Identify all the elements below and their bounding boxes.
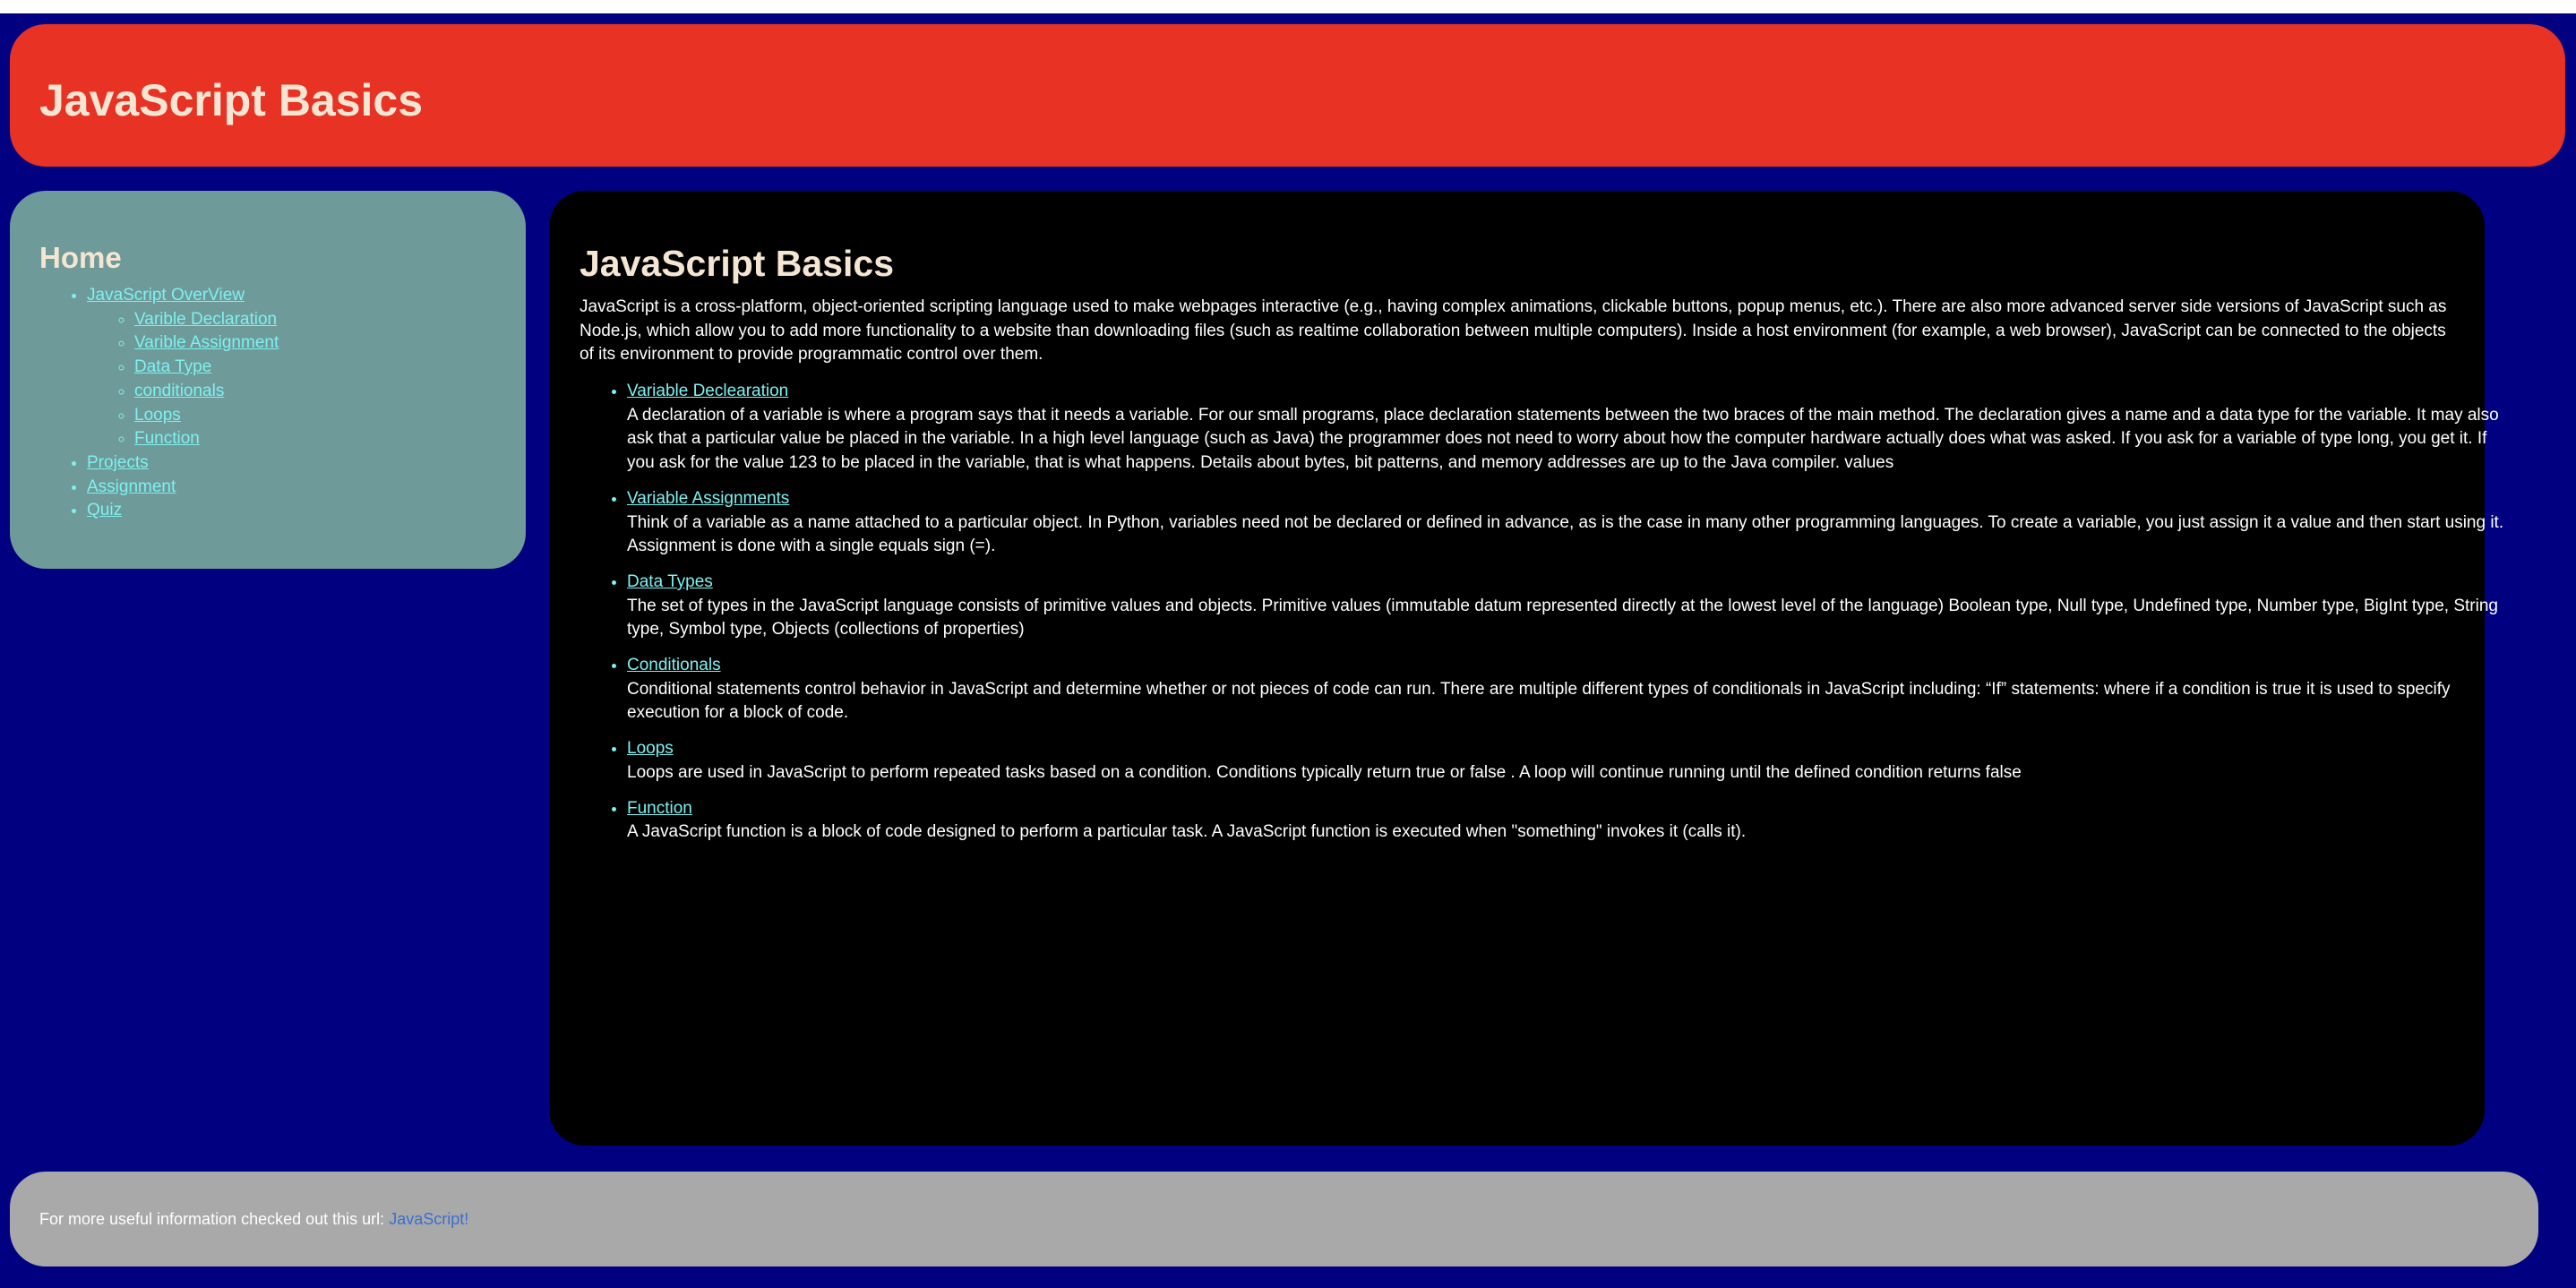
footer-text: For more useful information checked out … bbox=[39, 1210, 390, 1228]
topic-link-variable-declaration[interactable]: Variable Declearation bbox=[627, 382, 788, 400]
sidebar-link-assignment[interactable]: Assignment bbox=[87, 477, 176, 496]
topic-item-conditionals: Conditionals Conditional statements cont… bbox=[627, 654, 2508, 726]
page-background: JavaScript Basics Home JavaScript OverVi… bbox=[0, 13, 2576, 1288]
sidebar-subitem: Function bbox=[134, 427, 279, 451]
topic-list: Variable Declearation A declaration of a… bbox=[580, 380, 2508, 856]
sidebar-subitem: Data Type bbox=[134, 356, 279, 380]
topic-item-variable-declaration: Variable Declearation A declaration of a… bbox=[627, 380, 2508, 476]
sidebar-link-loops[interactable]: Loops bbox=[134, 406, 181, 425]
sidebar-subitem: Varible Assignment bbox=[134, 331, 279, 356]
footer-paragraph: For more useful information checked out … bbox=[39, 1207, 468, 1231]
topic-link-data-types[interactable]: Data Types bbox=[627, 572, 713, 591]
site-title: JavaScript Basics bbox=[39, 75, 424, 125]
sidebar-item-quiz: Quiz bbox=[87, 499, 279, 523]
topic-item-data-types: Data Types The set of types in the JavaS… bbox=[627, 571, 2508, 642]
sidebar-item-assignment: Assignment bbox=[87, 476, 279, 500]
sidebar-link-function[interactable]: Function bbox=[134, 429, 200, 448]
sidebar-subitem: conditionals bbox=[134, 380, 279, 404]
sidebar-link-data-type[interactable]: Data Type bbox=[134, 357, 211, 376]
sidebar-link-conditionals[interactable]: conditionals bbox=[134, 382, 224, 400]
topic-link-variable-assignments[interactable]: Variable Assignments bbox=[627, 489, 789, 508]
sidebar-link-overview[interactable]: JavaScript OverView bbox=[87, 286, 245, 305]
topic-link-conditionals[interactable]: Conditionals bbox=[627, 656, 721, 674]
sidebar: Home JavaScript OverView Varible Declara… bbox=[10, 191, 526, 569]
topic-description: A JavaScript function is a block of code… bbox=[627, 822, 1747, 842]
topic-link-function[interactable]: Function bbox=[627, 799, 692, 818]
topic-item-loops: Loops Loops are used in JavaScript to pe… bbox=[627, 737, 2508, 785]
sidebar-link-quiz[interactable]: Quiz bbox=[87, 501, 122, 519]
footer: For more useful information checked out … bbox=[10, 1172, 2538, 1267]
intro-paragraph: JavaScript is a cross-platform, object-o… bbox=[580, 297, 2447, 365]
sidebar-link-varible-assignment[interactable]: Varible Assignment bbox=[134, 333, 279, 352]
sidebar-item-projects: Projects bbox=[87, 451, 279, 476]
topic-item-function: Function A JavaScript function is a bloc… bbox=[627, 797, 2508, 845]
topic-description: The set of types in the JavaScript langu… bbox=[627, 596, 2498, 640]
sidebar-link-varible-declaration[interactable]: Varible Declaration bbox=[134, 310, 277, 329]
header-banner: JavaScript Basics bbox=[10, 24, 2565, 167]
topic-description: Think of a variable as a name attached t… bbox=[627, 512, 2504, 556]
topic-description: Loops are used in JavaScript to perform … bbox=[627, 762, 2022, 782]
topic-link-loops[interactable]: Loops bbox=[627, 739, 674, 758]
topic-description: A declaration of a variable is where a p… bbox=[627, 405, 2499, 473]
topic-description: Conditional statements control behavior … bbox=[627, 679, 2451, 723]
sidebar-heading: Home bbox=[39, 241, 122, 274]
sidebar-subitem: Loops bbox=[134, 404, 279, 428]
sidebar-sublist: Varible Declaration Varible Assignment D… bbox=[87, 308, 279, 451]
main-content: JavaScript Basics JavaScript is a cross-… bbox=[549, 191, 2503, 1146]
main-title: JavaScript Basics bbox=[580, 243, 895, 284]
sidebar-nav-list: JavaScript OverView Varible Declaration … bbox=[39, 284, 279, 523]
sidebar-item-overview: JavaScript OverView Varible Declaration … bbox=[87, 284, 279, 451]
sidebar-subitem: Varible Declaration bbox=[134, 308, 279, 332]
sidebar-link-projects[interactable]: Projects bbox=[87, 453, 149, 472]
footer-link-javascript[interactable]: JavaScript! bbox=[389, 1210, 468, 1228]
topic-item-variable-assignments: Variable Assignments Think of a variable… bbox=[627, 487, 2508, 559]
